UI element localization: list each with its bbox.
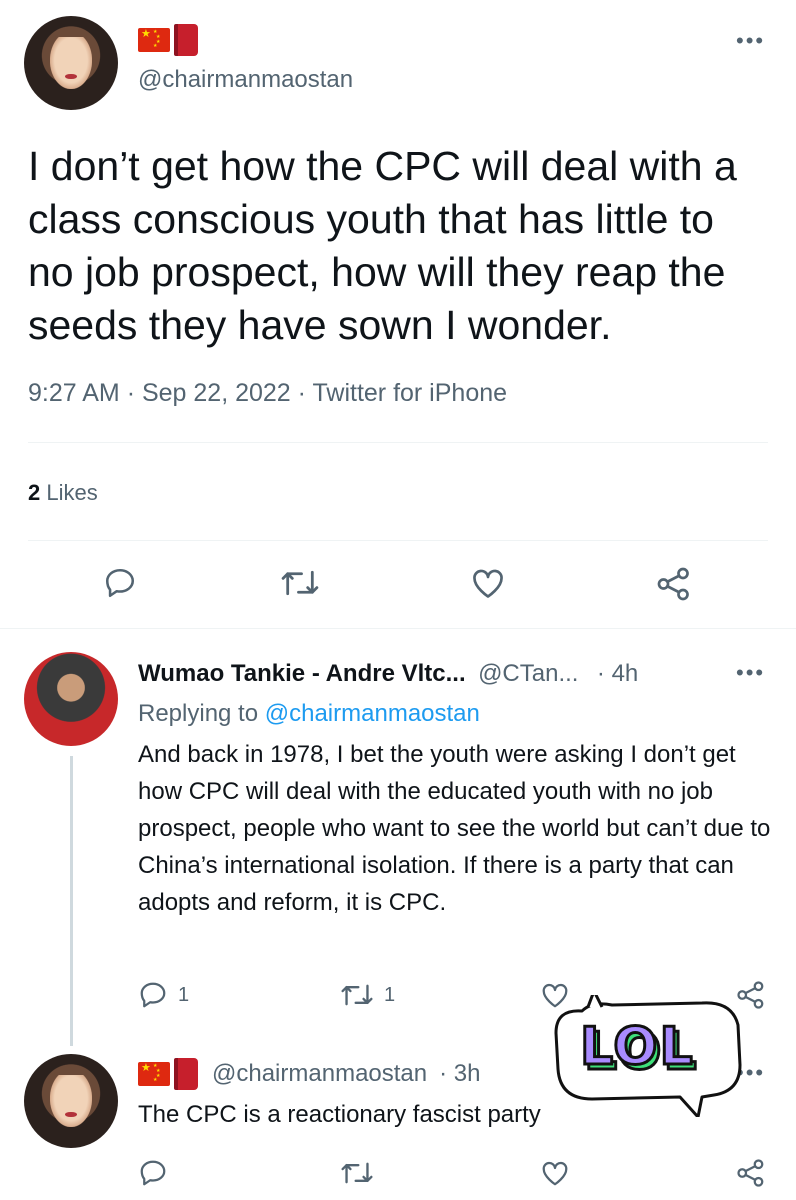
retweet-icon[interactable]: 1: [340, 980, 395, 1010]
like-icon[interactable]: [470, 566, 506, 600]
tweet-date[interactable]: Sep 22, 2022: [142, 379, 291, 407]
display-name-emoji: ★ ★ ★ ★ ★: [138, 24, 198, 56]
thread-line: [70, 756, 73, 1046]
main-avatar[interactable]: [24, 16, 118, 110]
china-flag-icon: ★ ★ ★ ★ ★: [138, 1062, 170, 1086]
more-icon[interactable]: •••: [736, 660, 765, 686]
likes-label: Likes: [46, 480, 98, 505]
divider: [28, 442, 768, 443]
retweet-icon[interactable]: [280, 566, 320, 600]
main-handle[interactable]: @chairmanmaostan: [138, 66, 353, 94]
reply2-text: The CPC is a reactionary fascist party: [138, 1101, 541, 1128]
reply1-name[interactable]: Wumao Tankie - Andre Vltc...: [138, 660, 466, 687]
replying-to-link[interactable]: @chairmanmaostan: [265, 700, 480, 727]
retweet-count: 1: [384, 983, 396, 1006]
reply2-handle[interactable]: @chairmanmaostan: [212, 1060, 427, 1088]
lol-sticker: LOL LOL: [552, 989, 742, 1119]
reply1-avatar[interactable]: [24, 652, 118, 746]
likes-count: 2: [28, 480, 41, 505]
tweet-time[interactable]: 9:27 AM: [28, 379, 120, 407]
replying-prefix: Replying to: [138, 700, 259, 727]
reply1-text: And back in 1978, I bet the youth were a…: [138, 741, 771, 916]
sticker-text: LOL: [579, 1016, 695, 1079]
tweet-text: I don’t get how the CPC will deal with a…: [28, 143, 737, 348]
divider: [28, 540, 768, 541]
more-icon[interactable]: •••: [736, 28, 765, 54]
reply2-time[interactable]: · 3h: [439, 1060, 480, 1088]
reply1-handle[interactable]: @CTan...: [478, 660, 578, 687]
reply1-time[interactable]: · 4h: [597, 660, 638, 687]
reply-count: 1: [178, 983, 190, 1006]
china-flag-icon: ★ ★ ★ ★ ★: [138, 28, 170, 52]
reply2-header: ★ ★ ★ ★ ★ @chairmanmaostan · 3h: [138, 1058, 480, 1090]
red-book-icon: [174, 24, 198, 56]
red-book-icon: [174, 1058, 198, 1090]
tweet-source[interactable]: Twitter for iPhone: [313, 379, 508, 407]
share-icon[interactable]: [736, 1158, 766, 1188]
reply2-avatar[interactable]: [24, 1054, 118, 1148]
reply1-header: Wumao Tankie - Andre Vltc... @CTan... · …: [138, 660, 638, 688]
reply-icon[interactable]: 1: [138, 980, 189, 1010]
reply-icon[interactable]: [138, 1158, 168, 1188]
divider: [0, 628, 796, 629]
retweet-icon[interactable]: [340, 1158, 374, 1188]
like-icon[interactable]: [540, 1158, 570, 1188]
reply-icon[interactable]: [102, 566, 138, 600]
likes-stat[interactable]: 2 Likes: [28, 480, 98, 506]
tweet-meta: 9:27 AM · Sep 22, 2022 · Twitter for iPh…: [28, 379, 508, 407]
share-icon[interactable]: [656, 566, 692, 602]
replying-to: Replying to @chairmanmaostan: [138, 700, 480, 728]
